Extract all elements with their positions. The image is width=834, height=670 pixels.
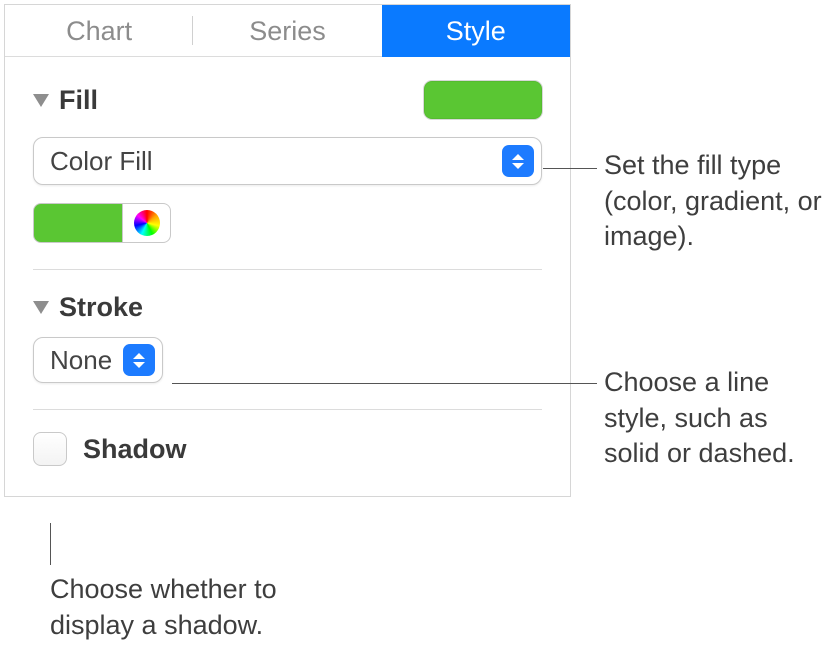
- inspector-panel: Chart Series Style Fill Color Fill: [4, 4, 571, 497]
- disclosure-triangle-icon: [33, 94, 49, 107]
- color-picker-button[interactable]: [123, 203, 171, 243]
- shadow-checkbox[interactable]: [33, 432, 67, 466]
- callout-stroke: Choose a line style, such as solid or da…: [604, 365, 829, 472]
- callout-shadow: Choose whether to display a shadow.: [50, 572, 320, 643]
- shadow-section: Shadow: [5, 410, 570, 496]
- callout-fill: Set the fill type (color, gradient, or i…: [604, 148, 829, 255]
- caret-down-icon: [133, 362, 145, 368]
- tab-chart[interactable]: Chart: [5, 5, 193, 56]
- tab-bar: Chart Series Style: [5, 5, 570, 57]
- fill-color-row: [33, 203, 542, 243]
- callout-leader: [50, 523, 51, 565]
- tab-style[interactable]: Style: [382, 5, 570, 57]
- caret-up-icon: [512, 154, 524, 160]
- tab-series-label: Series: [249, 16, 326, 46]
- caret-up-icon: [133, 353, 145, 359]
- popup-arrows-icon: [502, 145, 534, 177]
- fill-type-popup[interactable]: Color Fill: [33, 137, 542, 185]
- stroke-header: Stroke: [33, 270, 542, 323]
- color-wheel-icon: [134, 210, 160, 236]
- popup-arrows-icon: [123, 344, 155, 376]
- stroke-title: Stroke: [59, 292, 143, 323]
- fill-color-swatch[interactable]: [424, 81, 542, 119]
- callout-leader: [172, 383, 597, 384]
- stroke-disclosure[interactable]: Stroke: [33, 292, 143, 323]
- fill-color-well[interactable]: [33, 203, 123, 243]
- tab-series[interactable]: Series: [193, 5, 381, 56]
- tab-style-label: Style: [446, 16, 506, 46]
- tab-chart-label: Chart: [66, 16, 132, 46]
- fill-title: Fill: [59, 85, 98, 116]
- callout-leader: [543, 168, 597, 169]
- fill-section: Fill Color Fill: [5, 57, 570, 243]
- disclosure-triangle-icon: [33, 301, 49, 314]
- stroke-type-label: None: [34, 345, 112, 376]
- shadow-title: Shadow: [83, 434, 187, 465]
- shadow-row: Shadow: [33, 410, 542, 496]
- stroke-section: Stroke None: [5, 270, 570, 383]
- caret-down-icon: [512, 163, 524, 169]
- fill-header: Fill: [33, 57, 542, 119]
- fill-type-label: Color Fill: [34, 146, 153, 177]
- fill-disclosure[interactable]: Fill: [33, 85, 98, 116]
- stroke-type-popup[interactable]: None: [33, 337, 163, 383]
